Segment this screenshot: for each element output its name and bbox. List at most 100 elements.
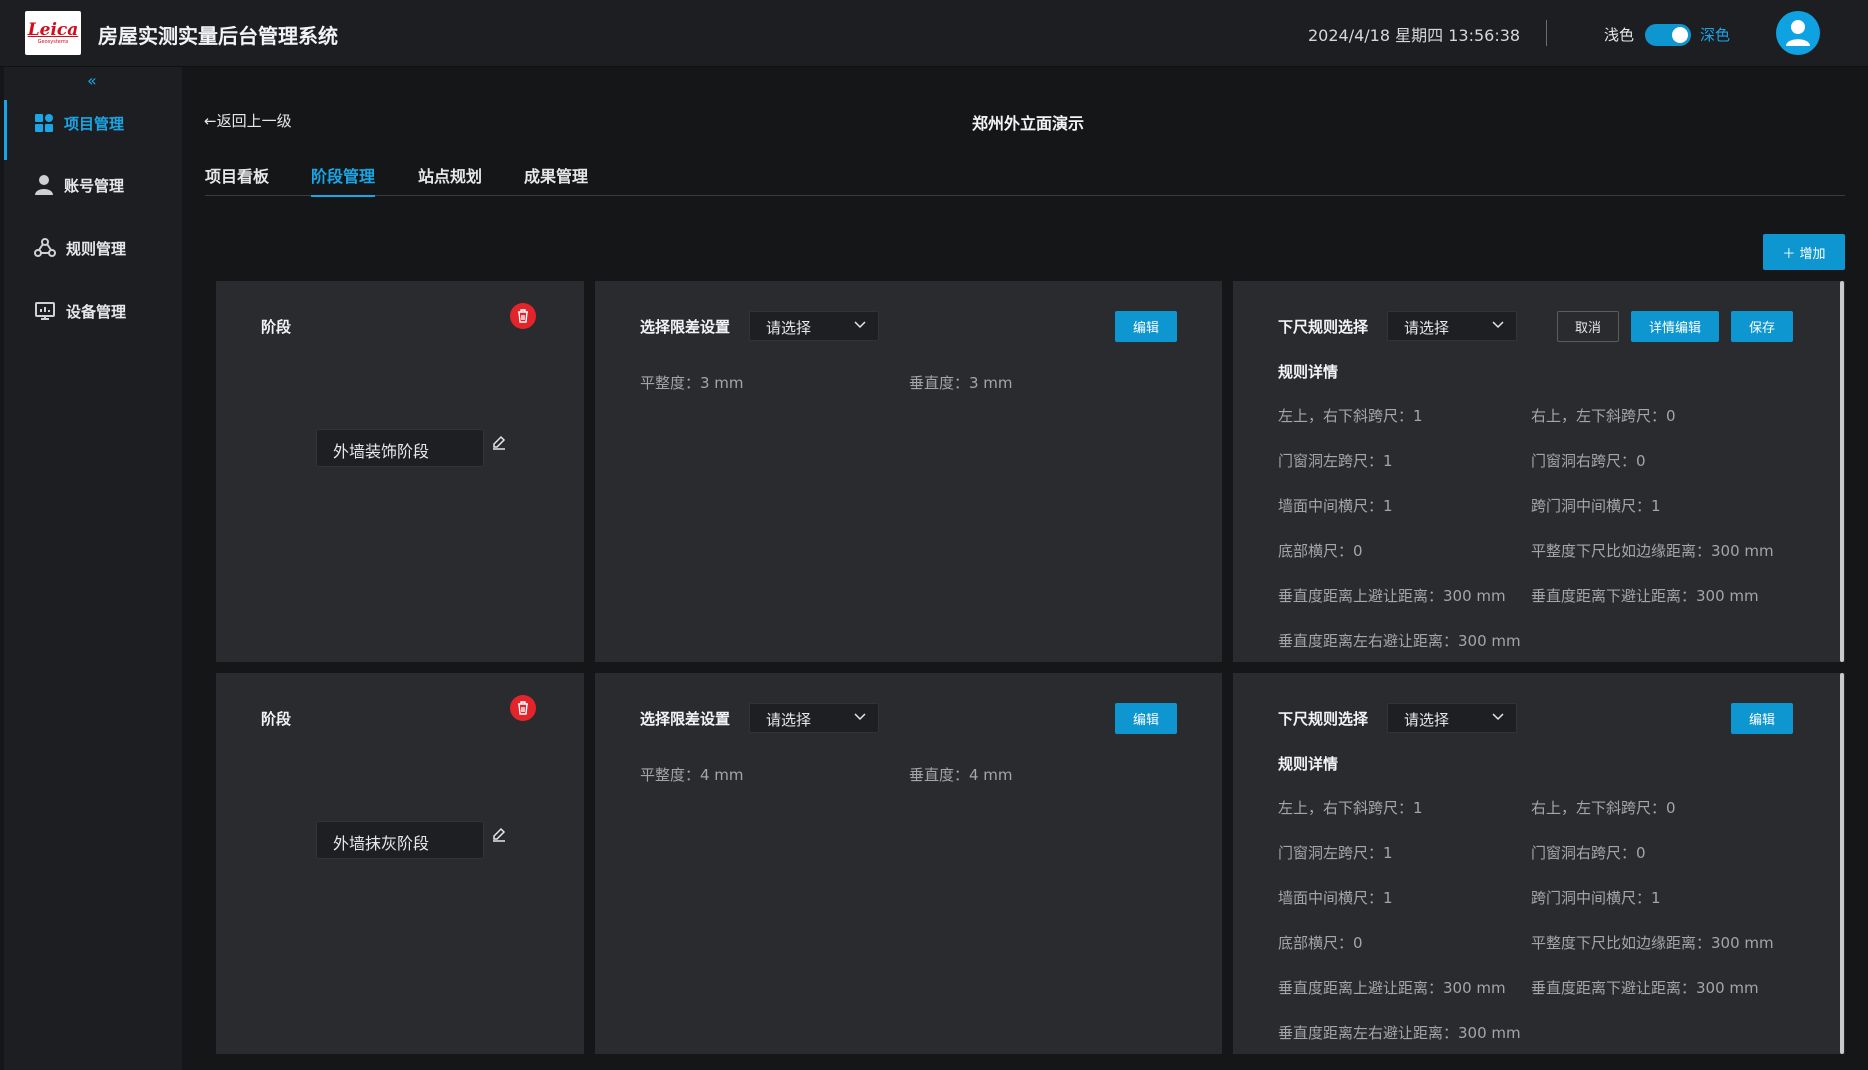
rule-item: 右上，左下斜跨尺：0 [1531,407,1676,425]
tolerance-card: 选择限差设置 请选择 编辑 平整度：4 mm 垂直度：4 mm [595,673,1222,1054]
rule-item: 垂直度距离左右避让距离：300 mm [1278,1024,1521,1042]
edit-rule-button[interactable]: 编辑 [1731,703,1793,734]
sidebar: « 项目管理 账号管理 规则管理 设备管理 [4,67,182,1070]
tab-bar: 项目看板 阶段管理 站点规划 成果管理 [205,163,1845,197]
rule-item: 垂直度距离下避让距离：300 mm [1531,587,1759,605]
rule-detail-title: 规则详情 [1278,755,1339,773]
tab-results-management[interactable]: 成果管理 [524,163,588,196]
rule-item: 门窗洞右跨尺：0 [1531,452,1646,470]
theme-dark-label: 深色 [1700,26,1731,44]
sidebar-item-project-management[interactable]: 项目管理 [4,100,182,160]
chevron-down-icon [854,713,866,721]
cancel-button[interactable]: 取消 [1557,311,1619,342]
pencil-icon[interactable] [491,827,507,843]
rule-item: 垂直度距离上避让距离：300 mm [1278,587,1506,605]
rule-card: 下尺规则选择 请选择 取消 详情编辑 保存 规则详情 左上，右下斜跨尺：1 右上… [1233,281,1845,662]
sidebar-item-label: 规则管理 [66,239,127,258]
rule-select-label: 下尺规则选择 [1278,318,1369,336]
verticality-value: 垂直度：4 mm [909,766,1013,784]
rule-select-label: 下尺规则选择 [1278,710,1369,728]
tab-project-board[interactable]: 项目看板 [205,163,269,196]
tolerance-card: 选择限差设置 请选择 编辑 平整度：3 mm 垂直度：3 mm [595,281,1222,662]
scrollbar[interactable] [1840,673,1844,1054]
leica-logo: Leica Geosystems [25,11,81,55]
trash-icon [518,701,528,715]
stage-label: 阶段 [261,710,292,728]
rule-item: 墙面中间横尺：1 [1278,889,1393,907]
rule-item: 平整度下尺比如边缘距离：300 mm [1531,934,1774,952]
user-avatar[interactable] [1776,11,1820,55]
rule-item: 左上，右下斜跨尺：1 [1278,407,1423,425]
pencil-icon[interactable] [491,435,507,451]
chevron-down-icon [854,321,866,329]
rule-item: 跨门洞中间横尺：1 [1531,497,1661,515]
collapse-sidebar-icon[interactable]: « [87,71,97,90]
sidebar-item-account-management[interactable]: 账号管理 [4,162,182,208]
sidebar-item-label: 设备管理 [66,302,127,321]
rule-item: 平整度下尺比如边缘距离：300 mm [1531,542,1774,560]
stage-card: 阶段 外墙抹灰阶段 [216,673,584,1054]
tolerance-select[interactable]: 请选择 [749,703,879,733]
tab-stage-management[interactable]: 阶段管理 [311,163,376,197]
sidebar-item-rule-management[interactable]: 规则管理 [4,225,182,271]
header-divider [1546,20,1547,46]
rule-detail-title: 规则详情 [1278,363,1339,381]
delete-stage-button[interactable] [510,695,536,721]
dashboard-icon [35,114,53,132]
rule-select[interactable]: 请选择 [1387,703,1517,733]
app-header: Leica Geosystems 房屋实测实量后台管理系统 2024/4/18 … [0,0,1868,67]
theme-toggle[interactable] [1645,24,1691,46]
chevron-down-icon [1492,321,1504,329]
stage-name-input[interactable]: 外墙装饰阶段 [316,429,484,467]
rule-item: 门窗洞右跨尺：0 [1531,844,1646,862]
trash-icon [518,309,528,323]
edit-tolerance-button[interactable]: 编辑 [1115,703,1177,734]
theme-light-label: 浅色 [1604,26,1635,44]
tolerance-label: 选择限差设置 [640,710,731,728]
rule-item: 垂直度距离下避让距离：300 mm [1531,979,1759,997]
flatness-value: 平整度：4 mm [640,766,744,784]
page-title: 郑州外立面演示 [972,114,1085,133]
verticality-value: 垂直度：3 mm [909,374,1013,392]
rule-item: 跨门洞中间横尺：1 [1531,889,1661,907]
stage-label: 阶段 [261,318,292,336]
flatness-value: 平整度：3 mm [640,374,744,392]
edit-tolerance-button[interactable]: 编辑 [1115,311,1177,342]
rule-item: 底部横尺：0 [1278,934,1363,952]
sidebar-item-label: 项目管理 [64,114,125,133]
user-icon [1786,20,1810,46]
add-button[interactable]: ＋ 增加 [1763,234,1845,270]
sidebar-item-label: 账号管理 [64,176,125,195]
tolerance-select[interactable]: 请选择 [749,311,879,341]
detail-edit-button[interactable]: 详情编辑 [1631,311,1719,342]
tolerance-label: 选择限差设置 [640,318,731,336]
rule-item: 左上，右下斜跨尺：1 [1278,799,1423,817]
sidebar-item-device-management[interactable]: 设备管理 [4,288,182,334]
rule-item: 垂直度距离上避让距离：300 mm [1278,979,1506,997]
delete-stage-button[interactable] [510,303,536,329]
scrollbar[interactable] [1840,281,1844,662]
tab-site-planning[interactable]: 站点规划 [418,163,482,196]
select-value: 请选择 [766,319,812,337]
stage-name-input[interactable]: 外墙抹灰阶段 [316,821,484,859]
rule-card: 下尺规则选择 请选择 编辑 规则详情 左上，右下斜跨尺：1 右上，左下斜跨尺：0… [1233,673,1845,1054]
select-value: 请选择 [1404,711,1450,729]
select-value: 请选择 [1404,319,1450,337]
rule-item: 底部横尺：0 [1278,542,1363,560]
network-icon [34,238,56,257]
stage-card: 阶段 外墙装饰阶段 [216,281,584,662]
rule-select[interactable]: 请选择 [1387,311,1517,341]
rule-item: 门窗洞左跨尺：1 [1278,844,1393,862]
toggle-knob [1672,27,1688,43]
chevron-down-icon [1492,713,1504,721]
logo-subtitle: Geosystems [37,38,69,45]
rule-item: 右上，左下斜跨尺：0 [1531,799,1676,817]
app-title: 房屋实测实量后台管理系统 [98,24,338,48]
rule-item: 门窗洞左跨尺：1 [1278,452,1393,470]
logo-wordmark: Leica [27,19,79,40]
rule-item: 垂直度距离左右避让距离：300 mm [1278,632,1521,650]
save-button[interactable]: 保存 [1731,311,1793,342]
rule-item: 墙面中间横尺：1 [1278,497,1393,515]
monitor-icon [35,302,55,320]
back-link[interactable]: ←返回上一级 [204,110,292,131]
